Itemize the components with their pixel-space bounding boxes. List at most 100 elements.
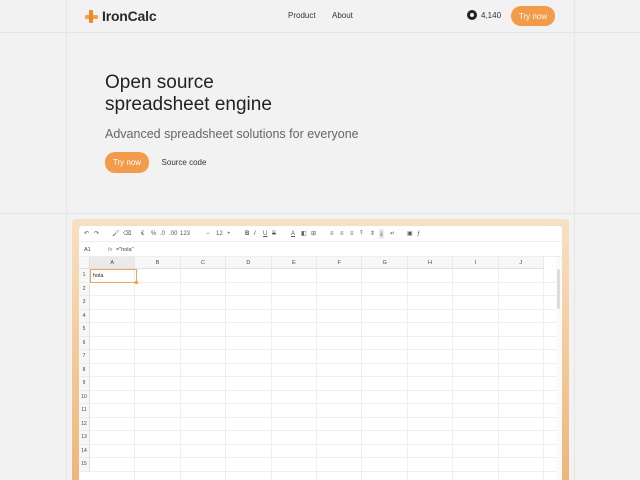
currency-icon[interactable]: €	[141, 229, 144, 239]
logo[interactable]: IronCalc	[85, 8, 157, 24]
vertical-scrollbar[interactable]	[556, 257, 562, 480]
column-header-j[interactable]: J	[498, 257, 544, 269]
grid-column-line	[406, 269, 408, 480]
divider	[0, 32, 640, 33]
row-header-5[interactable]: 5	[79, 323, 90, 337]
selected-cell-a1[interactable]: hola	[90, 269, 138, 284]
grid-row-line	[90, 457, 556, 458]
grid-row-line	[90, 281, 556, 283]
grid-row-line	[90, 322, 556, 323]
column-header-h[interactable]: H	[407, 257, 454, 269]
guide-line	[574, 0, 575, 480]
column-header-g[interactable]: G	[362, 257, 408, 269]
grid-column-line	[316, 269, 317, 480]
align-left-icon[interactable]: ≡	[330, 229, 334, 239]
row-header-7[interactable]: 7	[79, 350, 90, 364]
increase-decimals-icon[interactable]: .00	[169, 229, 177, 239]
undo-icon[interactable]: ↶	[84, 229, 89, 239]
grid-row-line	[90, 362, 556, 364]
nav-try-now-button[interactable]: Try now	[511, 6, 555, 26]
row-header-10[interactable]: 10	[79, 390, 90, 404]
grid-row-line	[90, 470, 556, 472]
font-size-value[interactable]: 12	[216, 229, 223, 239]
font-size-increase-icon[interactable]: +	[227, 229, 231, 239]
column-header-b[interactable]: B	[135, 257, 181, 269]
wrap-text-icon[interactable]: ↵	[390, 229, 395, 239]
row-header-11[interactable]: 11	[79, 404, 90, 418]
toolbar: ↶ ↷ 🖌 ⌫ € % .0 .00 123 − 12 + B I U S A …	[79, 226, 562, 242]
column-header-d[interactable]: D	[226, 257, 272, 269]
grid-column-line	[225, 269, 227, 480]
row-header-9[interactable]: 9	[79, 377, 90, 391]
hero-subtitle: Advanced spreadsheet solutions for every…	[105, 127, 359, 141]
row-header-2[interactable]: 2	[79, 282, 90, 296]
valign-top-icon[interactable]: ⤒	[360, 229, 363, 239]
scrollbar-thumb[interactable]	[557, 269, 560, 309]
grid-column-line	[179, 269, 181, 480]
redo-icon[interactable]: ↷	[94, 229, 99, 239]
row-header-3[interactable]: 3	[79, 296, 90, 310]
grid-row-line	[90, 403, 556, 404]
source-code-button[interactable]: Source code	[158, 152, 210, 173]
column-header-a[interactable]: A	[90, 257, 136, 269]
hero-try-now-button[interactable]: Try now	[105, 152, 149, 173]
guide-line	[66, 0, 67, 480]
row-header-12[interactable]: 12	[79, 417, 90, 431]
row-header-15[interactable]: 15	[79, 458, 90, 472]
spreadsheet-app: ↶ ↷ 🖌 ⌫ € % .0 .00 123 − 12 + B I U S A …	[79, 226, 562, 480]
top-nav: IronCalc Product About 4,140 Try now	[0, 0, 640, 32]
bold-icon[interactable]: B	[245, 229, 249, 239]
github-star-count: 4,140	[481, 10, 502, 20]
image-icon[interactable]: ▣	[407, 229, 413, 239]
valign-bottom-icon[interactable]: ⤓	[379, 229, 384, 239]
hero-title: Open source spreadsheet engine	[105, 72, 272, 116]
fill-color-icon[interactable]: ◧	[301, 229, 307, 239]
hero-title-line: Open source	[105, 72, 214, 93]
valign-middle-icon[interactable]: ⇕	[370, 229, 375, 239]
divider	[0, 213, 640, 214]
row-header-6[interactable]: 6	[79, 336, 90, 350]
github-link[interactable]: 4,140	[467, 10, 501, 20]
grid-row-line	[90, 349, 556, 350]
grid-row-line	[90, 335, 556, 337]
nav-link-about[interactable]: About	[332, 11, 353, 20]
strikethrough-icon[interactable]: S	[272, 229, 276, 239]
number-format-dropdown[interactable]: 123	[180, 229, 190, 239]
github-icon	[467, 10, 477, 20]
percent-icon[interactable]: %	[151, 229, 156, 239]
align-center-icon[interactable]: ≡	[340, 229, 344, 239]
grid-row-line	[90, 443, 556, 445]
column-header-f[interactable]: F	[317, 257, 363, 269]
align-right-icon[interactable]: ≡	[350, 229, 354, 239]
grid-column-line	[543, 269, 544, 480]
paint-format-icon[interactable]: 🖌	[112, 229, 120, 239]
row-header-4[interactable]: 4	[79, 309, 90, 323]
row-header-14[interactable]: 14	[79, 444, 90, 458]
logo-text: IronCalc	[102, 8, 157, 24]
cell-reference[interactable]: A1	[84, 247, 91, 253]
font-size-decrease-icon[interactable]: −	[206, 229, 210, 239]
select-all-corner[interactable]	[79, 257, 90, 269]
decrease-decimals-icon[interactable]: .0	[160, 229, 165, 239]
grid-column-line	[134, 269, 136, 480]
fx-icon: fx	[108, 247, 113, 253]
column-header-e[interactable]: E	[271, 257, 317, 269]
grid-row-line	[90, 308, 556, 310]
formula-input[interactable]: ="hola"	[116, 247, 134, 253]
text-color-icon[interactable]: A	[291, 229, 295, 239]
nav-link-product[interactable]: Product	[288, 11, 316, 20]
borders-icon[interactable]: ⊞	[311, 229, 316, 239]
row-header-1[interactable]: 1	[79, 269, 90, 283]
function-icon[interactable]: ƒ	[417, 229, 420, 239]
grid-row-line	[90, 430, 556, 431]
grid-column-line	[361, 269, 363, 480]
column-header-i[interactable]: I	[453, 257, 499, 269]
grid-row-line	[90, 376, 556, 377]
italic-icon[interactable]: I	[254, 229, 256, 239]
underline-icon[interactable]: U	[263, 229, 267, 239]
column-header-c[interactable]: C	[180, 257, 227, 269]
row-header-8[interactable]: 8	[79, 363, 90, 377]
clear-format-icon[interactable]: ⌫	[123, 229, 131, 239]
row-header-13[interactable]: 13	[79, 431, 90, 445]
hero-title-line: spreadsheet engine	[105, 94, 272, 115]
